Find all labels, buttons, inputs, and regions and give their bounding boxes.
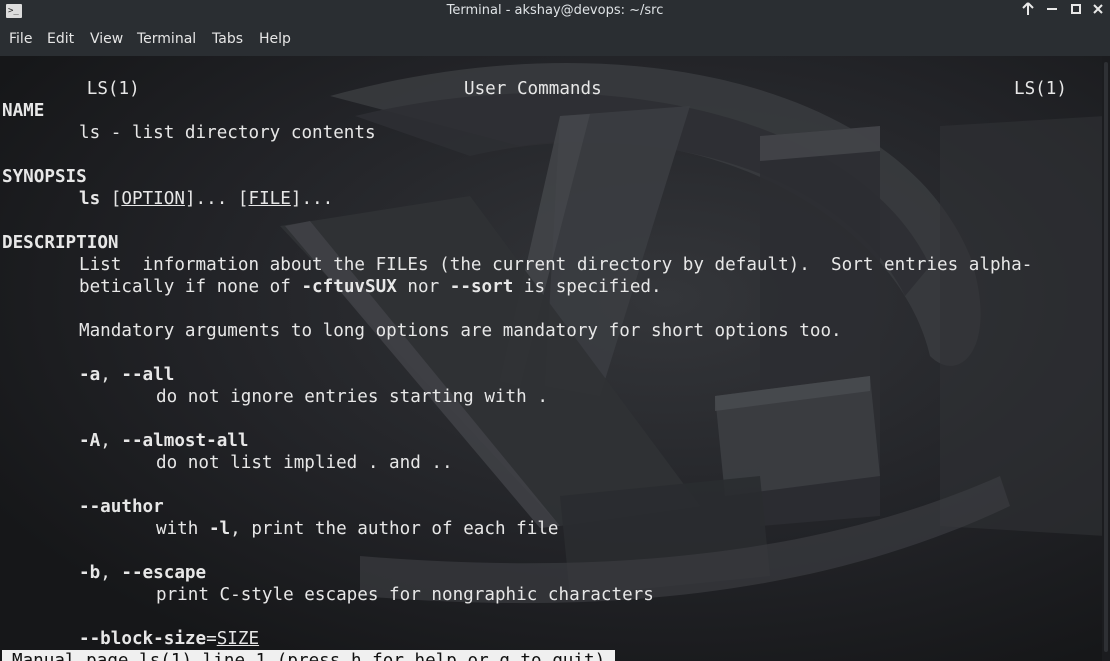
man-page-content: LS(1) User Commands LS(1) NAME ls - list d… — [2, 56, 1092, 661]
menu-view[interactable]: View — [90, 31, 123, 47]
description-line-1: List information about the FILEs (the cu… — [79, 255, 1033, 275]
menu-bar: File Edit View Terminal Tabs Help — [0, 24, 1110, 56]
option-flags: -b, --escape — [79, 563, 207, 583]
menu-edit[interactable]: Edit — [47, 31, 74, 47]
terminal-view[interactable]: LS(1) User Commands LS(1) NAME ls - list d… — [0, 56, 1110, 661]
man-header-center: User Commands — [464, 79, 602, 99]
man-header: LS(1) User Commands LS(1) — [2, 56, 1067, 99]
scrollbar-thumb[interactable] — [1104, 62, 1108, 652]
option-flags: --author — [79, 497, 164, 517]
section-heading-synopsis: SYNOPSIS — [2, 167, 87, 187]
maximize-button[interactable] — [1067, 2, 1085, 20]
man-header-right: LS(1) — [1014, 79, 1067, 99]
arrow-up-icon — [1022, 2, 1034, 15]
man-header-left: LS(1) — [86, 79, 140, 99]
close-icon — [1093, 4, 1103, 14]
close-button[interactable] — [1089, 2, 1107, 20]
option-description: print C-style escapes for nongraphic cha… — [156, 585, 654, 605]
minimize-button[interactable] — [1043, 2, 1061, 20]
title-bar[interactable]: >_ Terminal - akshay@devops: ~/src — [0, 0, 1110, 24]
name-text: ls - list directory contents — [79, 123, 376, 143]
option-description: do not ignore entries starting with . — [156, 387, 548, 407]
pager-status-line: Manual page ls(1) line 1 (press h for he… — [2, 650, 616, 661]
menu-terminal[interactable]: Terminal — [137, 31, 196, 47]
mandatory-note: Mandatory arguments to long options are … — [79, 321, 842, 341]
scrollbar[interactable] — [1102, 56, 1110, 661]
menu-tabs[interactable]: Tabs — [212, 31, 243, 47]
menu-help[interactable]: Help — [259, 31, 291, 47]
window-title: Terminal - akshay@devops: ~/src — [446, 3, 664, 18]
keep-above-button[interactable] — [1019, 2, 1037, 20]
description-line-2: betically if none of -cftuvSUX nor --sor… — [79, 277, 662, 297]
minimize-icon — [1047, 8, 1057, 10]
maximize-icon — [1071, 4, 1081, 14]
terminal-window: >_ Terminal - akshay@devops: ~/src File … — [0, 0, 1110, 661]
section-heading-name: NAME — [2, 101, 45, 121]
section-heading-description: DESCRIPTION — [2, 233, 119, 253]
option-flags: -a, --all — [79, 365, 175, 385]
menu-file[interactable]: File — [9, 31, 32, 47]
synopsis-line: ls [OPTION]... [FILE]... — [79, 189, 334, 209]
option-flags: -A, --almost-all — [79, 431, 249, 451]
option-flags: --block-size=SIZE — [79, 629, 260, 649]
option-description: do not list implied . and .. — [156, 453, 453, 473]
option-description: with -l, print the author of each file — [156, 519, 559, 539]
